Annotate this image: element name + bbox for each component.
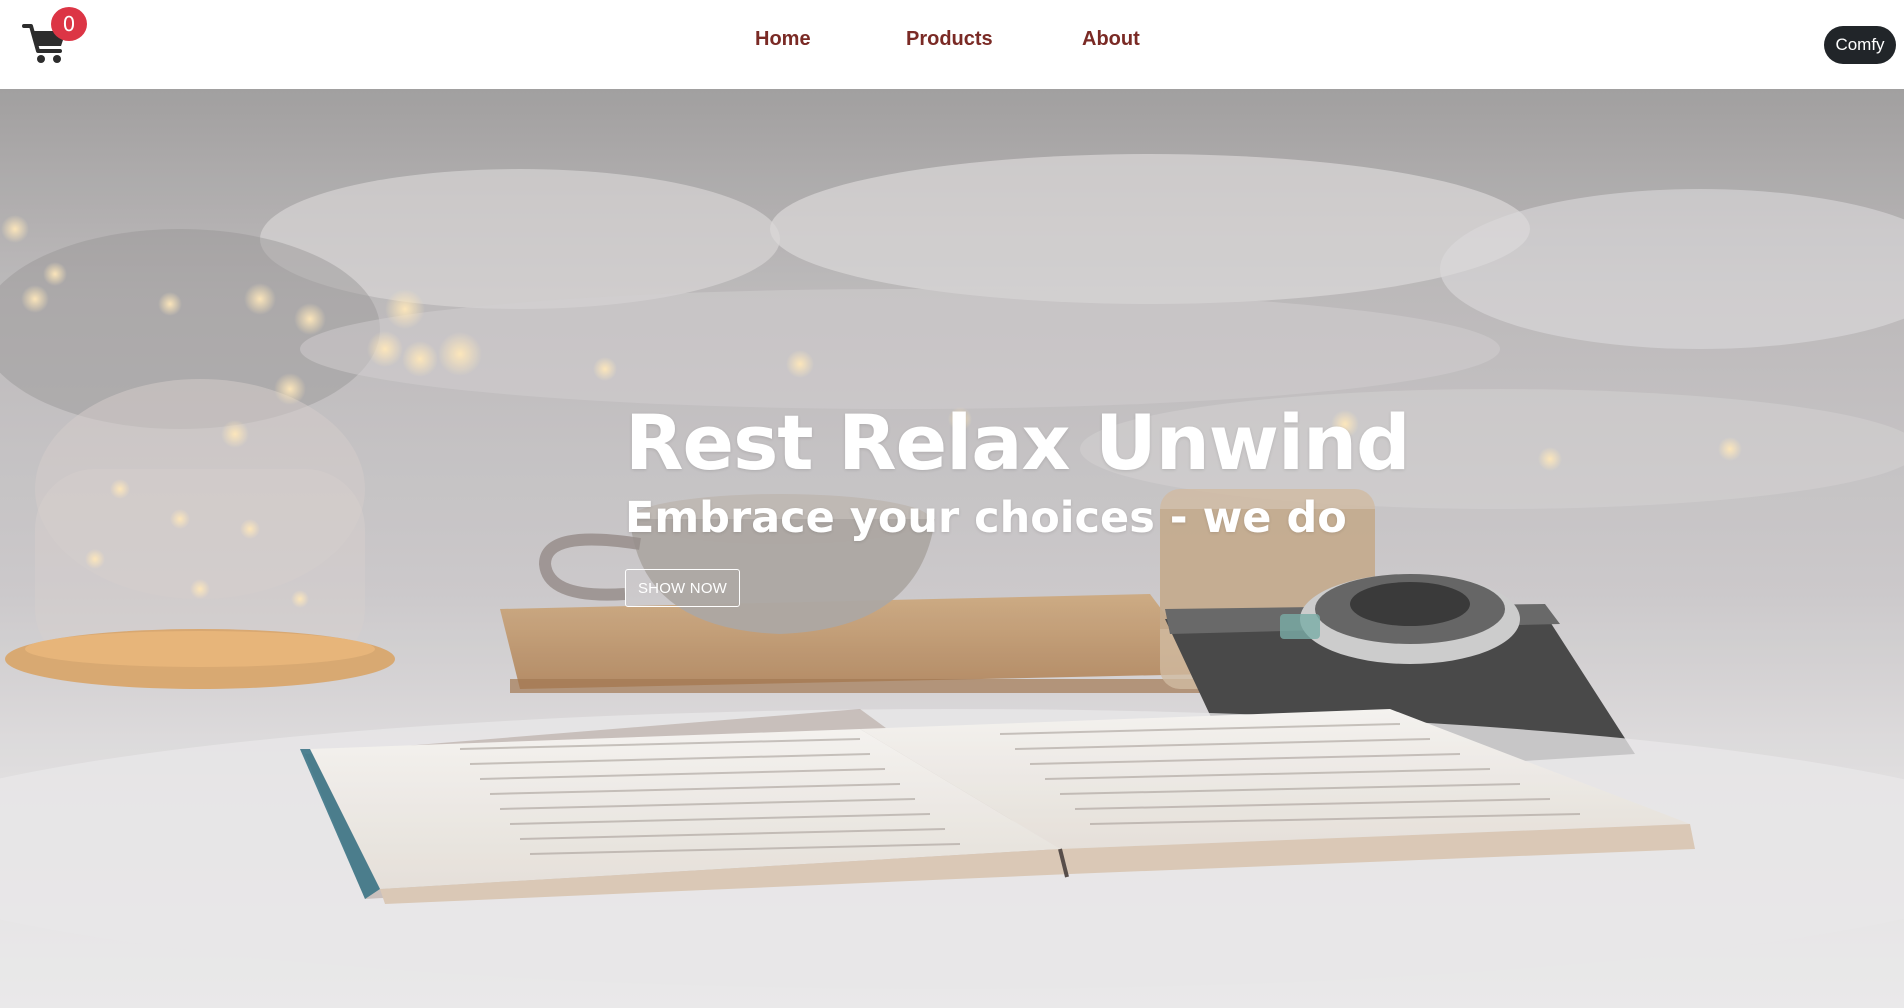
hero-content: Rest Relax Unwind Embrace your choices -… [625,398,1411,607]
hero-subtitle: Embrace your choices - we do [625,493,1347,543]
brand-button[interactable]: Comfy [1824,26,1896,64]
navbar: 0 Home Products About Comfy [0,0,1904,89]
nav-link-products[interactable]: Products [906,28,993,51]
nav-link-home[interactable]: Home [755,28,811,51]
hero-title: Rest Relax Unwind [625,398,1411,487]
main-nav: Home Products About [0,0,1904,89]
hero-section: Rest Relax Unwind Embrace your choices -… [0,89,1904,1008]
hero-background-image [0,89,1904,1008]
nav-link-about[interactable]: About [1082,28,1140,51]
show-now-button[interactable]: SHOW NOW [625,569,740,607]
